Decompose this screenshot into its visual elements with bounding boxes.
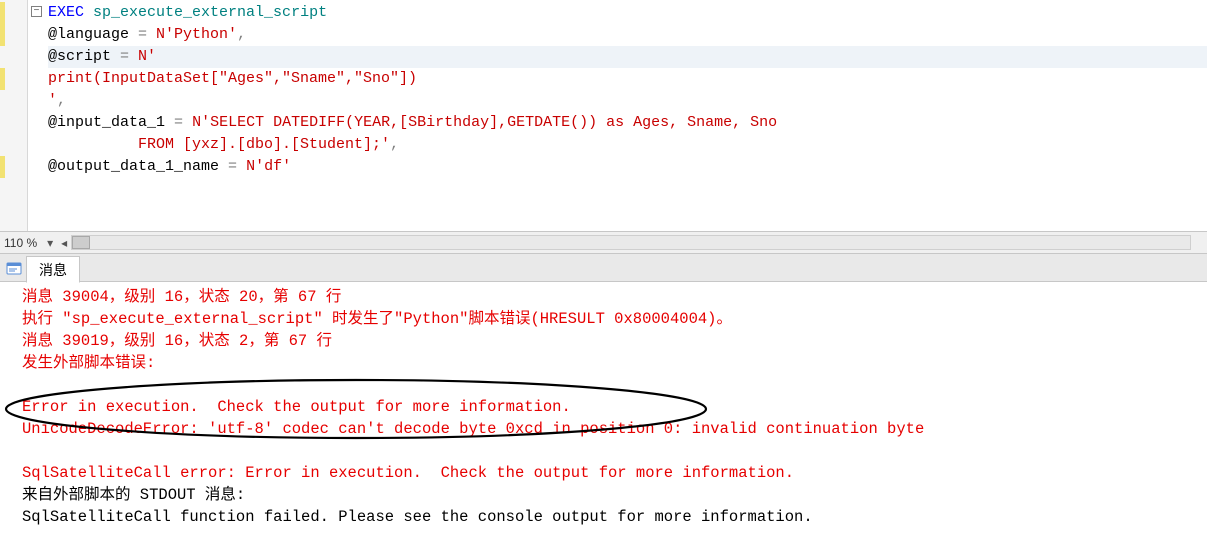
code-token [129, 48, 138, 65]
code-line[interactable]: @language = N'Python', [48, 24, 1207, 46]
code-area[interactable]: EXEC sp_execute_external_script@language… [46, 0, 1207, 231]
horizontal-scrollbar[interactable] [71, 235, 1191, 250]
code-token [84, 4, 93, 21]
message-line: 消息 39004，级别 16，状态 20，第 67 行 [22, 286, 1197, 308]
code-token [183, 114, 192, 131]
code-token: N'Python' [156, 26, 237, 43]
code-token: @script [48, 48, 120, 65]
zoom-level: 110 % [0, 236, 43, 250]
code-line[interactable]: ', [48, 90, 1207, 112]
results-tab-strip: 消息 [0, 254, 1207, 282]
code-line[interactable]: @script = N' [48, 46, 1207, 68]
code-token: , [237, 26, 246, 43]
code-token: @language [48, 26, 138, 43]
fold-column: − [28, 0, 46, 231]
zoom-dropdown-icon[interactable]: ▾ [43, 236, 57, 250]
code-token: = [138, 26, 147, 43]
code-token: N' [138, 48, 156, 65]
code-token: N'df' [246, 158, 291, 175]
scroll-left-icon[interactable]: ◂ [57, 235, 71, 250]
message-line [22, 440, 1197, 462]
messages-tab-icon [6, 261, 22, 277]
editor-gutter [0, 0, 28, 231]
zoom-scroll-bar: 110 % ▾ ◂ [0, 232, 1207, 254]
message-line: 来自外部脚本的 STDOUT 消息: [22, 484, 1197, 506]
code-line[interactable]: print(InputDataSet["Ages","Sname","Sno"]… [48, 68, 1207, 90]
message-line: Error in execution. Check the output for… [22, 396, 1197, 418]
sql-editor[interactable]: − EXEC sp_execute_external_script@langua… [0, 0, 1207, 232]
message-line: SqlSatelliteCall error: Error in executi… [22, 462, 1197, 484]
scrollbar-thumb[interactable] [72, 236, 90, 249]
messages-pane[interactable]: 消息 39004，级别 16，状态 20，第 67 行执行 "sp_execut… [0, 282, 1207, 559]
code-token: , [57, 92, 66, 109]
code-line[interactable]: FROM [yxz].[dbo].[Student];', [48, 134, 1207, 156]
code-line[interactable]: EXEC sp_execute_external_script [48, 2, 1207, 24]
code-token: @output_data_1_name [48, 158, 228, 175]
tab-messages[interactable]: 消息 [26, 256, 80, 283]
code-line[interactable]: @output_data_1_name = N'df' [48, 156, 1207, 178]
fold-toggle[interactable]: − [31, 6, 42, 17]
message-line: SqlSatelliteCall function failed. Please… [22, 506, 1197, 528]
code-token: @input_data_1 [48, 114, 174, 131]
message-line: 执行 "sp_execute_external_script" 时发生了"Pyt… [22, 308, 1197, 330]
code-token: ' [48, 92, 57, 109]
code-token: print(InputDataSet["Ages","Sname","Sno"]… [48, 70, 417, 87]
code-token: FROM [yxz].[dbo].[Student];' [48, 136, 390, 153]
code-token: = [174, 114, 183, 131]
code-token: = [228, 158, 237, 175]
code-token: , [390, 136, 399, 153]
message-line: 消息 39019，级别 16，状态 2，第 67 行 [22, 330, 1197, 352]
message-line: UnicodeDecodeError: 'utf-8' codec can't … [22, 418, 1197, 440]
code-token: sp_execute_external_script [93, 4, 327, 21]
code-token [237, 158, 246, 175]
code-token: = [120, 48, 129, 65]
message-line: 发生外部脚本错误: [22, 352, 1197, 374]
message-line [22, 374, 1197, 396]
code-token [147, 26, 156, 43]
code-token: EXEC [48, 4, 84, 21]
code-token: N'SELECT DATEDIFF(YEAR,[SBirthday],GETDA… [192, 114, 777, 131]
tab-messages-label: 消息 [39, 262, 67, 278]
code-line[interactable]: @input_data_1 = N'SELECT DATEDIFF(YEAR,[… [48, 112, 1207, 134]
